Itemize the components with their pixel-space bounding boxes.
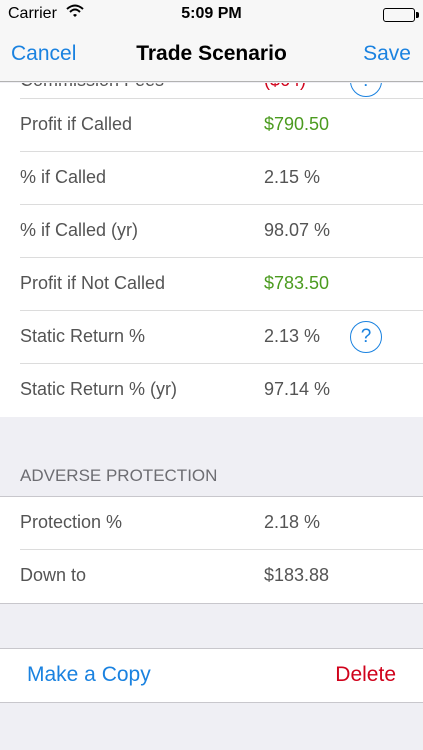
row-value: $783.50 (264, 273, 330, 293)
down-to-row[interactable]: Down to $183.88 (0, 550, 423, 603)
clock: 5:09 PM (181, 5, 242, 22)
row-label: Commission Fees (20, 83, 164, 91)
row-value: $183.88 (264, 565, 330, 585)
row-value: 97.14 % (264, 379, 331, 399)
row-label: Static Return % (20, 326, 146, 346)
row-label: Down to (20, 565, 87, 585)
row-label: Static Return % (yr) (20, 379, 178, 399)
row-value: ($64) (264, 83, 306, 91)
help-icon[interactable]: ? (350, 83, 382, 97)
pct-if-called-yr-row[interactable]: % if Called (yr) 98.07 % (0, 205, 423, 258)
row-value: 2.18 % (264, 512, 321, 532)
actions-row: Make a Copy Delete (0, 649, 423, 702)
row-label: % if Called (yr) (20, 220, 139, 240)
page-title: Trade Scenario (136, 42, 287, 65)
row-label: Protection % (20, 512, 123, 532)
save-button[interactable]: Save (363, 42, 411, 66)
row-label: Profit if Not Called (20, 273, 166, 293)
protection-pct-row[interactable]: Protection % 2.18 % (0, 497, 423, 550)
profit-if-called-row[interactable]: Profit if Called $790.50 (0, 99, 423, 152)
delete-button[interactable]: Delete (335, 663, 396, 687)
row-label: Profit if Called (20, 114, 133, 134)
static-return-row[interactable]: Static Return % 2.13 % ? (0, 311, 423, 364)
static-return-yr-row[interactable]: Static Return % (yr) 97.14 % (0, 364, 423, 417)
pct-if-called-row[interactable]: % if Called 2.15 % (0, 152, 423, 205)
scroll-content[interactable]: Commission Fees ($64) ? Profit if Called… (0, 83, 423, 750)
row-value: $790.50 (264, 114, 330, 134)
navigation-bar: Cancel Trade Scenario Save (0, 28, 423, 82)
profit-if-not-called-row[interactable]: Profit if Not Called $783.50 (0, 258, 423, 311)
make-copy-button[interactable]: Make a Copy (27, 663, 151, 687)
actions-group: Make a Copy Delete (0, 648, 423, 703)
adverse-protection-header: ADVERSE PROTECTION (20, 466, 218, 485)
row-label: % if Called (20, 167, 107, 187)
status-bar: Carrier 5:09 PM (0, 0, 423, 28)
battery-icon (383, 8, 419, 22)
row-value: 2.13 % (264, 326, 321, 346)
adverse-protection-group: Protection % 2.18 % Down to $183.88 (0, 496, 423, 604)
row-value: 2.15 % (264, 167, 321, 187)
commission-fees-row[interactable]: Commission Fees ($64) ? (0, 83, 423, 99)
returns-group: Commission Fees ($64) ? Profit if Called… (0, 83, 423, 417)
help-icon[interactable]: ? (350, 321, 382, 353)
row-value: 98.07 % (264, 220, 331, 240)
